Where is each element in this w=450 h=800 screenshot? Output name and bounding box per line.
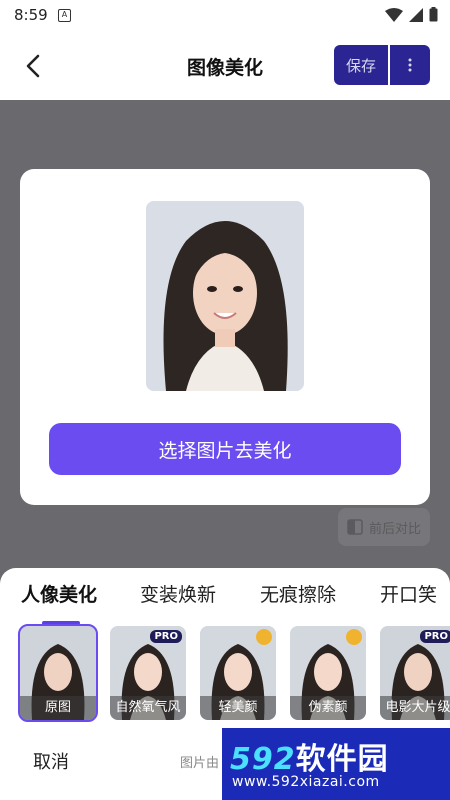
status-bar: 8:59 A bbox=[0, 0, 450, 32]
footer-note: 图片由 bbox=[180, 756, 220, 771]
compare-icon bbox=[347, 519, 363, 535]
thumb-label: 自然氧气风 bbox=[110, 696, 186, 720]
watermark-text: 软件园 bbox=[295, 742, 389, 777]
thumb-label: 伪素颜 bbox=[290, 696, 366, 720]
style-thumbnails: 原图 PRO 自然氧气风 轻美颜 伪素颜 PRO 电影大片级 bbox=[0, 624, 450, 722]
thumb-fake-bare-face[interactable]: 伪素颜 bbox=[290, 626, 366, 720]
more-vertical-icon bbox=[408, 58, 412, 72]
pro-badge: PRO bbox=[420, 630, 450, 643]
status-icons bbox=[385, 7, 438, 22]
signal-icon bbox=[409, 7, 423, 22]
pro-badge: PRO bbox=[150, 630, 182, 643]
status-time: 8:59 bbox=[14, 6, 48, 24]
watermark-url: www.592xiazai.com bbox=[232, 774, 380, 790]
battery-icon bbox=[429, 7, 438, 22]
thumb-original[interactable]: 原图 bbox=[18, 624, 98, 722]
watermark-logo: 592软件园 www.592xiazai.com bbox=[222, 728, 450, 800]
feature-tabs: 人像美化 变装焕新 无痕擦除 开口笑 bbox=[0, 580, 450, 625]
thumb-light-beauty[interactable]: 轻美颜 bbox=[200, 626, 276, 720]
tab-erase[interactable]: 无痕擦除 bbox=[260, 580, 336, 607]
compare-button[interactable]: 前后对比 bbox=[338, 508, 430, 546]
thumb-cinematic[interactable]: PRO 电影大片级 bbox=[380, 626, 450, 720]
active-tab-indicator bbox=[42, 621, 80, 625]
sample-portrait-image bbox=[146, 201, 304, 391]
notification-icon: A bbox=[58, 9, 71, 22]
compare-label: 前后对比 bbox=[368, 521, 421, 537]
watermark-num: 592 bbox=[230, 742, 296, 777]
tab-smile[interactable]: 开口笑 bbox=[380, 580, 437, 607]
crown-icon bbox=[256, 629, 272, 645]
thumb-label: 原图 bbox=[20, 696, 96, 720]
crown-icon bbox=[346, 629, 362, 645]
more-button[interactable] bbox=[390, 45, 430, 85]
thumb-natural-oxygen[interactable]: PRO 自然氧气风 bbox=[110, 626, 186, 720]
select-image-button[interactable]: 选择图片去美化 bbox=[49, 423, 401, 475]
save-button[interactable]: 保存 bbox=[334, 45, 388, 85]
tab-outfit-change[interactable]: 变装焕新 bbox=[140, 580, 216, 607]
thumb-label: 电影大片级 bbox=[380, 696, 450, 720]
thumb-label: 轻美颜 bbox=[200, 696, 276, 720]
cancel-button[interactable]: 取消 bbox=[33, 748, 69, 774]
wifi-icon bbox=[385, 7, 403, 22]
watermark-brand: 592软件园 bbox=[230, 734, 389, 778]
select-image-dialog: 选择图片去美化 bbox=[20, 169, 430, 505]
app-header: 图像美化 保存 bbox=[0, 32, 450, 100]
tab-portrait-beautify[interactable]: 人像美化 bbox=[21, 580, 97, 607]
